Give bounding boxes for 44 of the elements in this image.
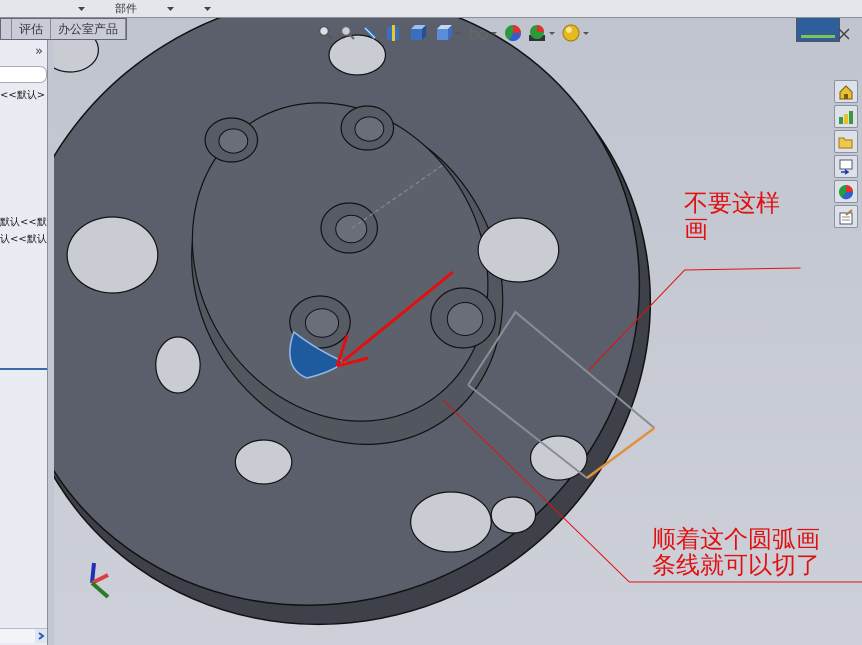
sketch-line[interactable] xyxy=(467,310,656,429)
collapse-arrow[interactable]: » xyxy=(35,44,43,62)
home-icon[interactable] xyxy=(834,80,858,103)
tab[interactable]: 评估 xyxy=(12,19,51,39)
zoom-icon[interactable] xyxy=(318,25,334,41)
selected-arc-face[interactable] xyxy=(289,331,345,379)
dropdown-caret-icon[interactable] xyxy=(167,6,174,10)
tab[interactable]: 办公室产品 xyxy=(51,19,126,39)
bar-chart-icon[interactable] xyxy=(834,105,858,128)
section-view-icon[interactable] xyxy=(384,24,402,42)
counterbore-hole xyxy=(430,287,496,349)
pen-icon[interactable] xyxy=(362,25,378,41)
scene-ball-icon[interactable] xyxy=(528,24,556,42)
annotation-note: 不要这样画 xyxy=(684,190,781,243)
scroll-right-button[interactable] xyxy=(35,629,47,643)
counterbore-hole xyxy=(320,202,378,254)
progress-panel xyxy=(796,18,840,42)
horizontal-scrollbar[interactable] xyxy=(0,628,47,643)
sketch-line[interactable] xyxy=(467,384,588,479)
bolt-hole xyxy=(328,34,386,76)
bolt-hole xyxy=(234,439,292,485)
view-palette-icon[interactable] xyxy=(834,155,858,178)
bolt-hole xyxy=(530,435,588,481)
tree-item[interactable]: 认<<默认 xyxy=(0,231,47,248)
tree-item[interactable]: <<默认> xyxy=(0,87,47,104)
dropdown-caret-icon[interactable] xyxy=(78,6,85,10)
menu-label[interactable]: 部件 xyxy=(115,1,137,16)
light-bulb-icon[interactable] xyxy=(562,24,590,42)
highlighted-sketch-line[interactable] xyxy=(586,427,656,479)
counterbore-hole xyxy=(340,105,394,151)
cube-icon[interactable] xyxy=(408,24,428,42)
cube-icon[interactable] xyxy=(434,24,462,42)
annotation-note: 顺着这个圆弧画条线就可以切了 xyxy=(652,526,821,579)
color-ball-icon[interactable] xyxy=(504,24,522,42)
dropdown-caret-icon[interactable] xyxy=(204,6,211,10)
close-icon[interactable] xyxy=(838,28,850,40)
glasses-icon[interactable] xyxy=(468,24,498,42)
bolt-hole xyxy=(155,336,201,394)
tree-item[interactable]: 默认<<默 xyxy=(0,214,47,231)
counterbore-hole xyxy=(204,117,258,163)
notepad-icon[interactable] xyxy=(834,205,858,228)
zoom-icon[interactable] xyxy=(340,25,356,41)
counterbore-hole xyxy=(289,295,351,349)
filter-field[interactable] xyxy=(0,66,47,83)
